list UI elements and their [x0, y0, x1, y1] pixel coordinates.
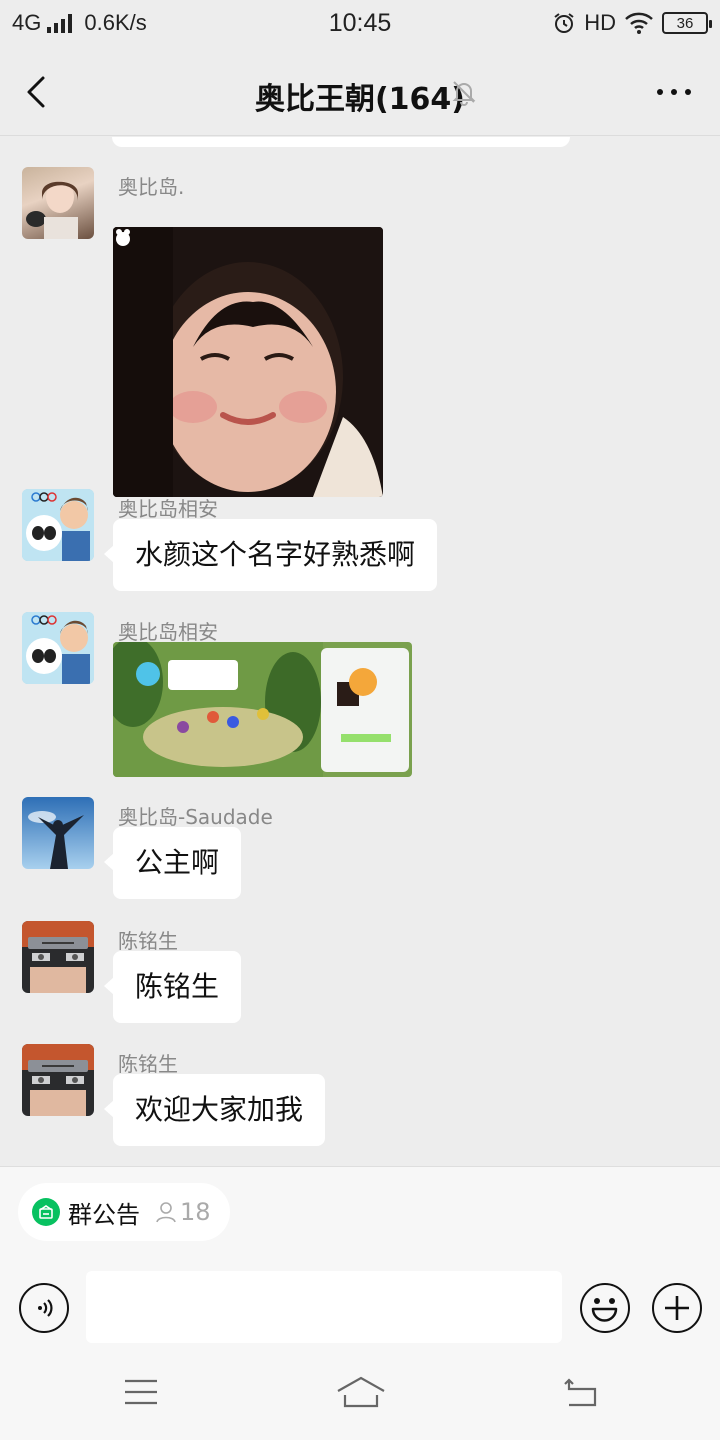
system-nav-bar [0, 1354, 720, 1440]
sender-name: 陈铭生 [118, 1052, 178, 1076]
more-options-button[interactable] [652, 80, 696, 104]
home-icon [337, 1376, 385, 1408]
nav-menu-button[interactable] [116, 1372, 166, 1412]
input-bar [0, 1269, 720, 1345]
nav-back-button[interactable] [556, 1372, 606, 1412]
message-list[interactable]: 奥比岛. 奥比岛相安 水颜这个名字好熟悉啊 奥比岛相安 奥比岛-Saudade … [0, 137, 720, 1165]
avatar[interactable] [22, 489, 94, 561]
voice-input-button[interactable] [19, 1283, 69, 1333]
group-notice-button[interactable]: 群公告 18 [18, 1183, 230, 1241]
notice-label: 群公告 [68, 1200, 140, 1229]
avatar[interactable] [22, 612, 94, 684]
more-functions-button[interactable] [652, 1283, 702, 1333]
sender-name: 陈铭生 [118, 929, 178, 953]
nav-home-button[interactable] [334, 1372, 388, 1412]
sender-name: 奥比岛相安 [118, 497, 218, 521]
text-message-bubble[interactable]: 欢迎大家加我 [103, 1074, 326, 1146]
back-arrow-icon [564, 1378, 597, 1407]
battery-level: 36 [676, 14, 694, 32]
avatar[interactable] [22, 797, 94, 869]
avatar[interactable] [22, 167, 94, 239]
avatar[interactable] [22, 1044, 94, 1116]
alarm-icon [554, 13, 574, 33]
status-bar: 4G 0.6K/s 10:45 HD 36 [0, 0, 720, 50]
bell-muted-icon [452, 81, 476, 106]
voice-icon [38, 1299, 53, 1317]
battery-icon: 36 [662, 12, 712, 34]
notice-count-value: 18 [180, 1198, 211, 1226]
text-message-bubble[interactable]: 陈铭生 [103, 951, 242, 1023]
chat-title: 奥比王朝(164) [254, 82, 466, 117]
text-message-bubble[interactable]: 公主啊 [103, 827, 242, 899]
sender-name: 奥比岛相安 [118, 620, 218, 644]
smiley-icon [591, 1298, 618, 1322]
text-message-bubble[interactable]: 水颜这个名字好熟悉啊 [103, 519, 438, 591]
plus-icon [665, 1296, 689, 1320]
hd-label: HD [584, 10, 616, 35]
message-input[interactable] [86, 1271, 562, 1343]
menu-icon [125, 1379, 157, 1405]
emoji-button[interactable] [580, 1283, 630, 1333]
sender-name: 奥比岛. [118, 175, 185, 199]
message-bubble-partial [112, 137, 570, 147]
notice-member-count: 18 [154, 1198, 211, 1226]
chat-header: 奥比王朝(164) [0, 50, 720, 136]
avatar[interactable] [22, 921, 94, 993]
wifi-icon [625, 12, 653, 34]
sender-name: 奥比岛-Saudade [118, 805, 273, 829]
person-icon [156, 1202, 176, 1223]
chat-footer: 群公告 18 [0, 1166, 720, 1440]
notice-icon [32, 1198, 60, 1226]
status-right: HD 36 [552, 10, 712, 36]
image-message[interactable] [113, 227, 383, 497]
image-message[interactable] [113, 642, 412, 777]
